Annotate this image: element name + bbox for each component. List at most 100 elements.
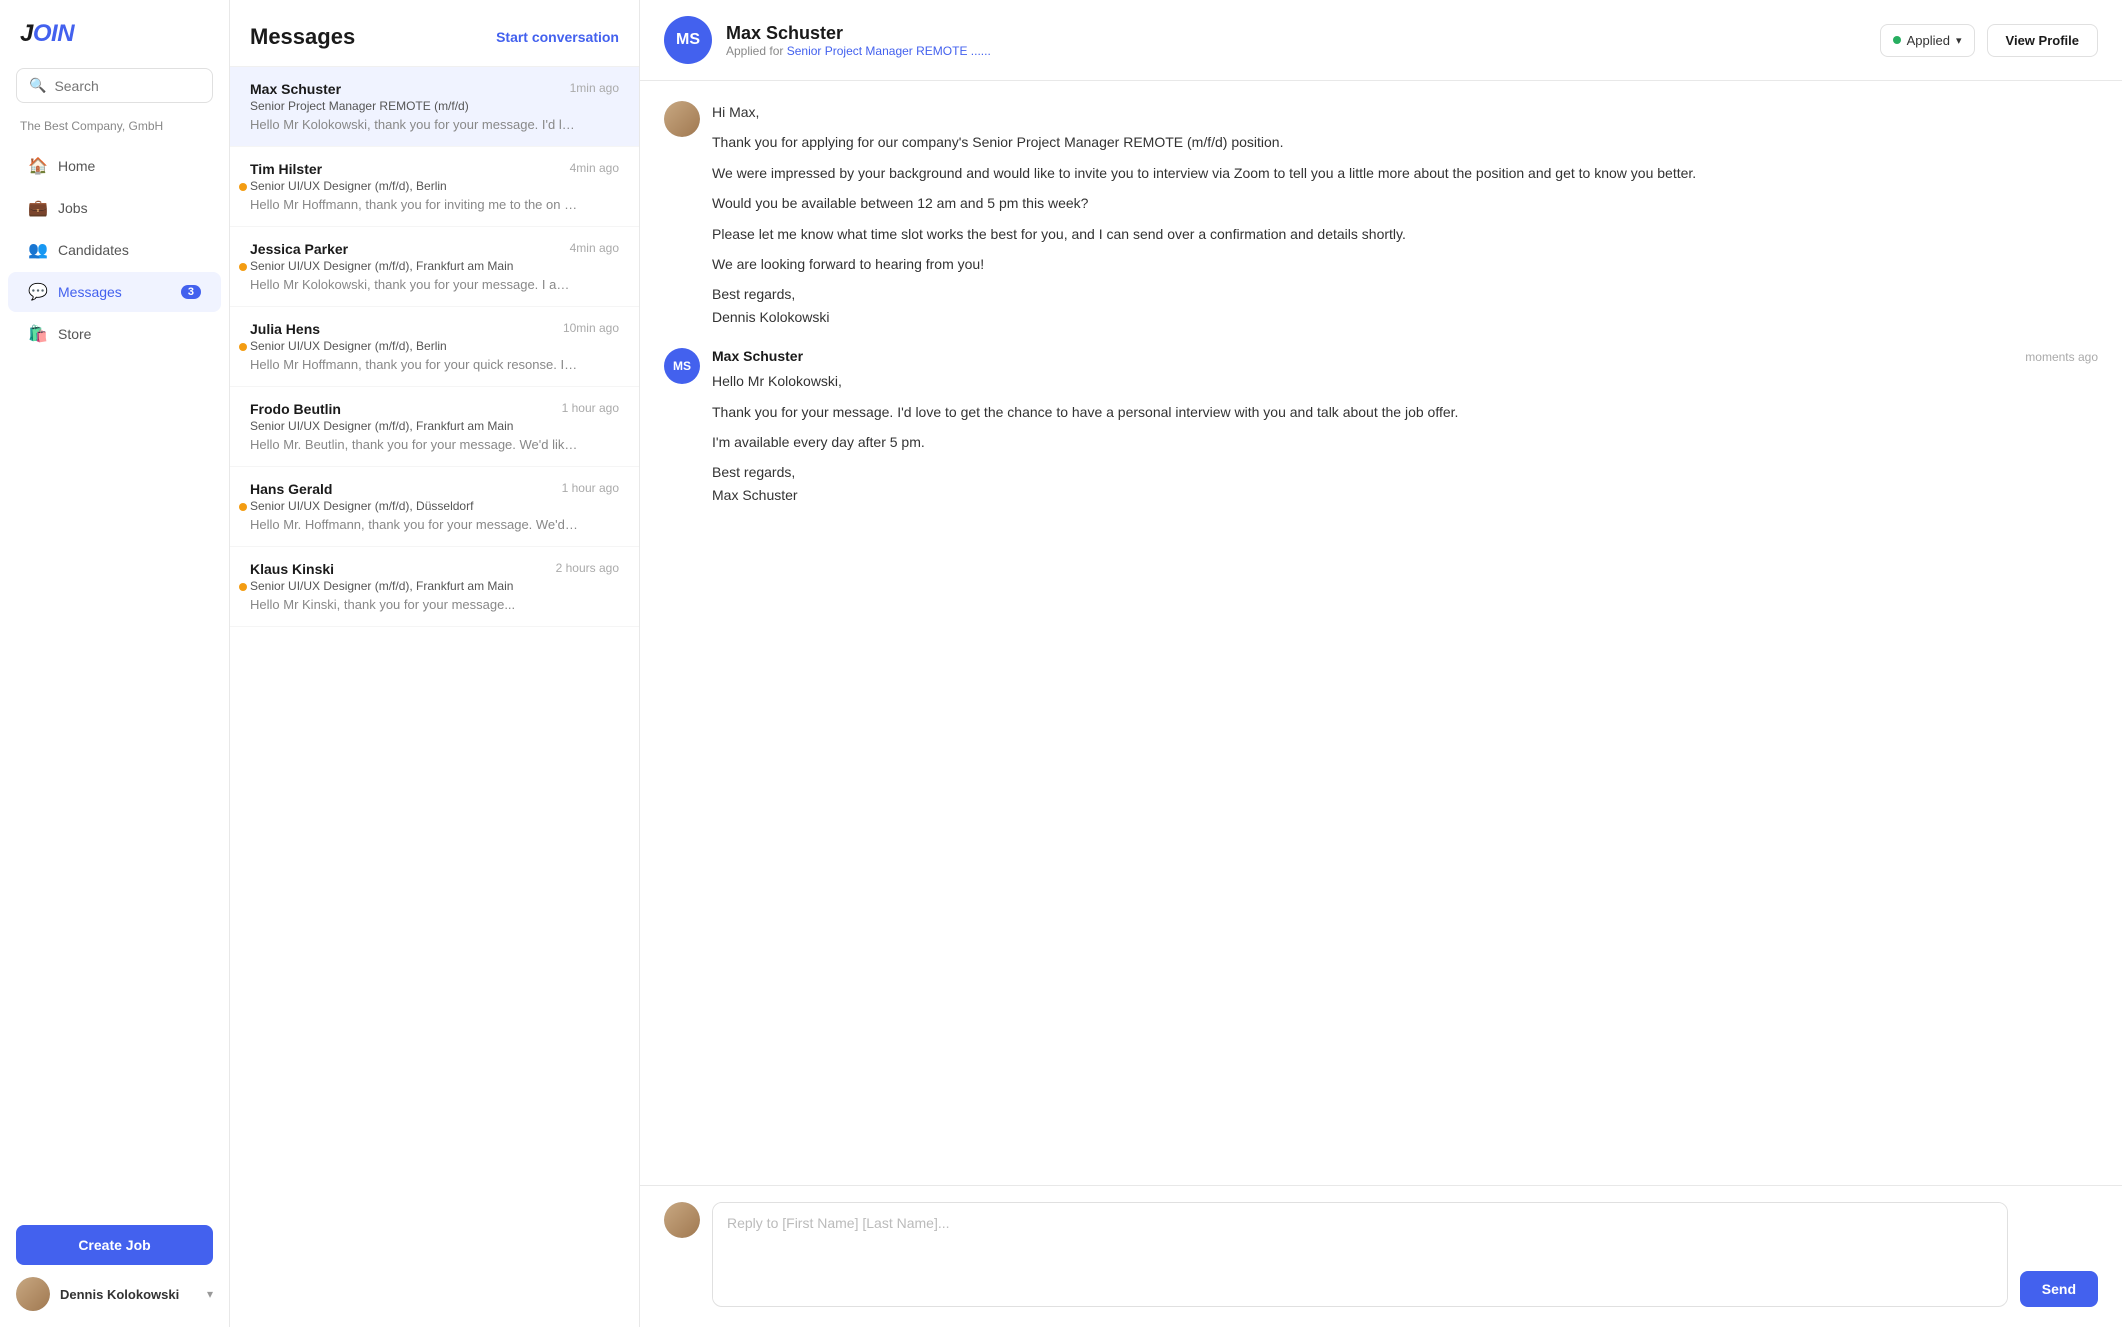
sidebar-bottom: Create Job Dennis Kolokowski ▾ xyxy=(0,1209,229,1327)
conversation-item[interactable]: Jessica Parker 4min ago Senior UI/UX Des… xyxy=(230,227,639,307)
message-group: MS Max Schuster moments ago Hello Mr Kol… xyxy=(664,348,2098,506)
search-input[interactable] xyxy=(54,78,200,94)
message-group: Hi Max, Thank you for applying for our co… xyxy=(664,101,2098,328)
conv-name: Frodo Beutlin xyxy=(250,401,341,417)
user-name: Dennis Kolokowski xyxy=(60,1287,197,1302)
conv-role: Senior Project Manager REMOTE (m/f/d) xyxy=(250,99,619,113)
msg-line: Thank you for applying for our company's… xyxy=(712,131,2098,153)
conversation-item[interactable]: Max Schuster 1min ago Senior Project Man… xyxy=(230,67,639,147)
unread-dot xyxy=(239,583,247,591)
msg-line: Best regards,Dennis Kolokowski xyxy=(712,283,2098,328)
conv-name: Max Schuster xyxy=(250,81,341,97)
conv-preview: Hello Mr Kolokowski, thank you for your … xyxy=(250,277,580,292)
sidebar-item-messages[interactable]: 💬 Messages 3 xyxy=(8,272,221,312)
conv-role: Senior UI/UX Designer (m/f/d), Berlin xyxy=(250,339,619,353)
user-avatar xyxy=(16,1277,50,1311)
conv-preview: Hello Mr. Hoffmann, thank you for your m… xyxy=(250,517,580,532)
conv-time: 4min ago xyxy=(570,241,619,255)
home-icon: 🏠 xyxy=(28,156,48,176)
sidebar-item-store[interactable]: 🛍️ Store xyxy=(8,314,221,354)
conv-time: 2 hours ago xyxy=(556,561,619,575)
conversation-item[interactable]: Klaus Kinski 2 hours ago Senior UI/UX De… xyxy=(230,547,639,627)
messages-icon: 💬 xyxy=(28,282,48,302)
reply-area: Send xyxy=(640,1185,2122,1327)
conv-name: Tim Hilster xyxy=(250,161,322,177)
company-name: The Best Company, GmbH xyxy=(0,119,229,145)
msg-body: Max Schuster moments ago Hello Mr Koloko… xyxy=(712,348,2098,506)
chat-header-info: Max Schuster Applied for Senior Project … xyxy=(726,23,1866,58)
unread-dot xyxy=(239,183,247,191)
create-job-button[interactable]: Create Job xyxy=(16,1225,213,1265)
status-label: Applied xyxy=(1907,33,1950,48)
sender-avatar xyxy=(664,101,700,137)
conv-name: Julia Hens xyxy=(250,321,320,337)
conv-role: Senior UI/UX Designer (m/f/d), Frankfurt… xyxy=(250,579,619,593)
reply-input-wrapper xyxy=(712,1202,2008,1307)
search-box[interactable]: 🔍 xyxy=(16,68,213,103)
candidate-name: Max Schuster xyxy=(726,23,1866,44)
conv-item-top: Tim Hilster 4min ago xyxy=(250,161,619,177)
messages-title: Messages xyxy=(250,24,355,50)
chat-header-actions: Applied ▾ View Profile xyxy=(1880,24,2098,57)
msg-line: Best regards,Max Schuster xyxy=(712,461,2098,506)
conv-role: Senior UI/UX Designer (m/f/d), Düsseldor… xyxy=(250,499,619,513)
unread-dot xyxy=(239,343,247,351)
conversation-item[interactable]: Frodo Beutlin 1 hour ago Senior UI/UX De… xyxy=(230,387,639,467)
conv-role: Senior UI/UX Designer (m/f/d), Frankfurt… xyxy=(250,259,619,273)
messages-container: Hi Max, Thank you for applying for our co… xyxy=(640,81,2122,1185)
message-list: Messages Start conversation Max Schuster… xyxy=(230,0,640,1327)
conv-role: Senior UI/UX Designer (m/f/d), Frankfurt… xyxy=(250,419,619,433)
conv-name: Hans Gerald xyxy=(250,481,332,497)
conv-preview: Hello Mr. Beutlin, thank you for your me… xyxy=(250,437,580,452)
search-icon: 🔍 xyxy=(29,77,46,94)
conversation-item[interactable]: Hans Gerald 1 hour ago Senior UI/UX Desi… xyxy=(230,467,639,547)
sidebar-item-candidates[interactable]: 👥 Candidates xyxy=(8,230,221,270)
applied-for-label: Applied for Senior Project Manager REMOT… xyxy=(726,44,1866,58)
status-dropdown[interactable]: Applied ▾ xyxy=(1880,24,1975,57)
msg-line: Hello Mr Kolokowski, xyxy=(712,370,2098,392)
candidate-avatar: MS xyxy=(664,16,712,64)
conv-preview: Hello Mr Hoffmann, thank you for invitin… xyxy=(250,197,580,212)
msg-line: Please let me know what time slot works … xyxy=(712,223,2098,245)
conv-item-top: Frodo Beutlin 1 hour ago xyxy=(250,401,619,417)
conv-preview: Hello Mr Kolokowski, thank you for your … xyxy=(250,117,580,132)
message-list-header: Messages Start conversation xyxy=(230,0,639,67)
msg-text: Hi Max, Thank you for applying for our co… xyxy=(712,101,2098,328)
conv-time: 10min ago xyxy=(563,321,619,335)
conv-item-top: Jessica Parker 4min ago xyxy=(250,241,619,257)
chat-header: MS Max Schuster Applied for Senior Proje… xyxy=(640,0,2122,81)
reply-sender-avatar xyxy=(664,1202,700,1238)
conversation-item[interactable]: Tim Hilster 4min ago Senior UI/UX Design… xyxy=(230,147,639,227)
conv-item-top: Klaus Kinski 2 hours ago xyxy=(250,561,619,577)
sidebar: JOIN 🔍 The Best Company, GmbH 🏠 Home 💼 J… xyxy=(0,0,230,1327)
sidebar-item-jobs[interactable]: 💼 Jobs xyxy=(8,188,221,228)
conv-item-top: Max Schuster 1min ago xyxy=(250,81,619,97)
conv-preview: Hello Mr Kinski, thank you for your mess… xyxy=(250,597,580,612)
conv-time: 1 hour ago xyxy=(562,481,619,495)
sidebar-item-home[interactable]: 🏠 Home xyxy=(8,146,221,186)
msg-line: Would you be available between 12 am and… xyxy=(712,192,2098,214)
applied-for-job-link[interactable]: Senior Project Manager REMOTE ...... xyxy=(787,44,991,58)
msg-sender-row: Max Schuster moments ago xyxy=(712,348,2098,364)
start-conversation-button[interactable]: Start conversation xyxy=(496,29,619,45)
app-logo: JOIN xyxy=(0,20,229,68)
reply-input[interactable] xyxy=(713,1203,2007,1303)
chat-area: MS Max Schuster Applied for Senior Proje… xyxy=(640,0,2122,1327)
jobs-icon: 💼 xyxy=(28,198,48,218)
send-button[interactable]: Send xyxy=(2020,1271,2098,1307)
msg-line: Thank you for your message. I'd love to … xyxy=(712,401,2098,423)
messages-badge: 3 xyxy=(181,285,201,299)
view-profile-button[interactable]: View Profile xyxy=(1987,24,2098,57)
conversations-list: Max Schuster 1min ago Senior Project Man… xyxy=(230,67,639,1327)
chevron-down-icon: ▾ xyxy=(207,1287,213,1301)
msg-line: Hi Max, xyxy=(712,101,2098,123)
candidates-icon: 👥 xyxy=(28,240,48,260)
sender-avatar: MS xyxy=(664,348,700,384)
conversation-item[interactable]: Julia Hens 10min ago Senior UI/UX Design… xyxy=(230,307,639,387)
user-profile[interactable]: Dennis Kolokowski ▾ xyxy=(16,1277,213,1311)
chevron-down-icon: ▾ xyxy=(1956,34,1962,47)
conv-time: 1min ago xyxy=(570,81,619,95)
conv-item-top: Hans Gerald 1 hour ago xyxy=(250,481,619,497)
conv-name: Jessica Parker xyxy=(250,241,348,257)
conv-time: 1 hour ago xyxy=(562,401,619,415)
